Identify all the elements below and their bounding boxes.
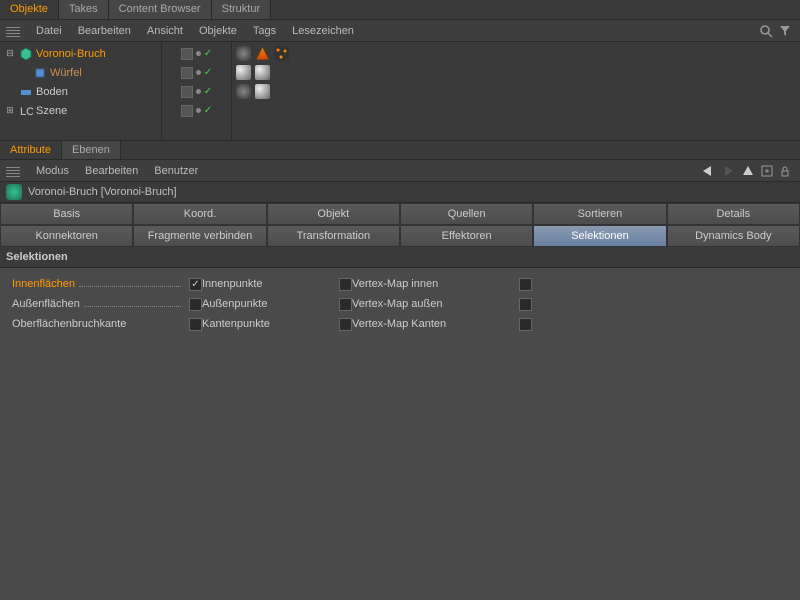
menu-benutzer[interactable]: Benutzer (146, 165, 206, 177)
label-innenflaechen: Innenflächen (12, 278, 75, 290)
stage-icon: LO (19, 104, 33, 118)
filter-icon[interactable] (779, 25, 791, 37)
param-tab-fragmente[interactable]: Fragmente verbinden (133, 225, 266, 247)
nav-fwd-icon[interactable] (721, 165, 735, 177)
label-aussenpunkte: Außenpunkte (202, 298, 267, 310)
grip-icon (6, 165, 20, 177)
tag-warning-icon[interactable] (255, 46, 270, 61)
param-tab-objekt[interactable]: Objekt (267, 203, 400, 225)
checkbox-innenflaechen[interactable] (189, 278, 202, 291)
vis-toggles[interactable]: ✓ (162, 82, 231, 101)
menu-bearbeiten[interactable]: Bearbeiten (70, 25, 139, 37)
svg-text:LO: LO (20, 106, 33, 118)
menu-lesezeichen[interactable]: Lesezeichen (284, 25, 362, 37)
param-tab-transformation[interactable]: Transformation (267, 225, 400, 247)
checkbox-aussenflaechen[interactable] (189, 298, 202, 311)
tag-dynamics-icon[interactable] (236, 46, 251, 61)
section-header: Selektionen (0, 247, 800, 268)
grip-icon (6, 25, 20, 37)
tag-row[interactable] (236, 82, 796, 101)
tab-struktur[interactable]: Struktur (212, 0, 272, 19)
tree-label: Szene (36, 105, 67, 117)
search-icon[interactable] (759, 24, 773, 38)
menu-tags[interactable]: Tags (245, 25, 284, 37)
expander-icon[interactable]: ⊞ (4, 105, 16, 116)
object-title: Voronoi-Bruch [Voronoi-Bruch] (28, 186, 177, 198)
label-aussenflaechen: Außenflächen (12, 298, 80, 310)
nav-back-icon[interactable] (701, 165, 715, 177)
menu-modus[interactable]: Modus (28, 165, 77, 177)
tab-content-browser[interactable]: Content Browser (109, 0, 212, 19)
checkbox-aussenpunkte[interactable] (339, 298, 352, 311)
tag-points-icon[interactable] (274, 46, 289, 61)
label-vmap-kanten: Vertex-Map Kanten (352, 318, 446, 330)
tree-label: Voronoi-Bruch (36, 48, 106, 60)
tree-row-boden[interactable]: Boden (0, 82, 161, 101)
tree-label: Würfel (50, 67, 82, 79)
tab-takes[interactable]: Takes (59, 0, 109, 19)
vis-toggles[interactable]: ✓ (162, 101, 231, 120)
tab-objekte[interactable]: Objekte (0, 0, 59, 19)
nav-up-icon[interactable] (741, 165, 755, 177)
param-tab-effektoren[interactable]: Effektoren (400, 225, 533, 247)
label-vmap-aussen: Vertex-Map außen (352, 298, 443, 310)
param-tab-koord[interactable]: Koord. (133, 203, 266, 225)
checkbox-oberflaechenbruchkante[interactable] (189, 318, 202, 331)
tab-ebenen[interactable]: Ebenen (62, 141, 121, 159)
menu-bearbeiten[interactable]: Bearbeiten (77, 165, 146, 177)
cube-icon (33, 66, 47, 80)
tag-material-icon[interactable] (236, 65, 251, 80)
voronoi-icon (6, 184, 22, 200)
param-tab-selektionen[interactable]: Selektionen (533, 225, 666, 247)
menu-ansicht[interactable]: Ansicht (139, 25, 191, 37)
param-tab-basis[interactable]: Basis (0, 203, 133, 225)
param-tab-details[interactable]: Details (667, 203, 800, 225)
label-vmap-innen: Vertex-Map innen (352, 278, 438, 290)
tag-material-icon[interactable] (255, 65, 270, 80)
param-tab-konnektoren[interactable]: Konnektoren (0, 225, 133, 247)
vis-toggles[interactable]: ✓ (162, 63, 231, 82)
param-tab-sortieren[interactable]: Sortieren (533, 203, 666, 225)
menu-objekte[interactable]: Objekte (191, 25, 245, 37)
tree-row-wuerfel[interactable]: Würfel (0, 63, 161, 82)
menu-datei[interactable]: Datei (28, 25, 70, 37)
checkbox-kantenpunkte[interactable] (339, 318, 352, 331)
voronoi-icon (19, 47, 33, 61)
vis-toggles[interactable]: ✓ (162, 44, 231, 63)
checkbox-vmap-kanten[interactable] (519, 318, 532, 331)
tag-material-icon[interactable] (255, 84, 270, 99)
tab-attribute[interactable]: Attribute (0, 141, 62, 159)
floor-icon (19, 85, 33, 99)
tag-dynamics-icon[interactable] (236, 84, 251, 99)
lock-icon[interactable] (779, 165, 791, 177)
tag-row[interactable] (236, 63, 796, 82)
tag-row[interactable] (236, 44, 796, 63)
param-tab-dynamics[interactable]: Dynamics Body (667, 225, 800, 247)
checkbox-vmap-aussen[interactable] (519, 298, 532, 311)
tree-label: Boden (36, 86, 68, 98)
tree-row-szene[interactable]: ⊞ LO Szene (0, 101, 161, 120)
label-oberflaechenbruchkante: Oberflächenbruchkante (12, 318, 126, 330)
param-tab-quellen[interactable]: Quellen (400, 203, 533, 225)
new-window-icon[interactable] (761, 165, 773, 177)
label-innenpunkte: Innenpunkte (202, 278, 263, 290)
checkbox-innenpunkte[interactable] (339, 278, 352, 291)
tree-row-voronoi[interactable]: ⊟ Voronoi-Bruch (0, 44, 161, 63)
checkbox-vmap-innen[interactable] (519, 278, 532, 291)
label-kantenpunkte: Kantenpunkte (202, 318, 270, 330)
expander-icon[interactable]: ⊟ (4, 48, 16, 59)
